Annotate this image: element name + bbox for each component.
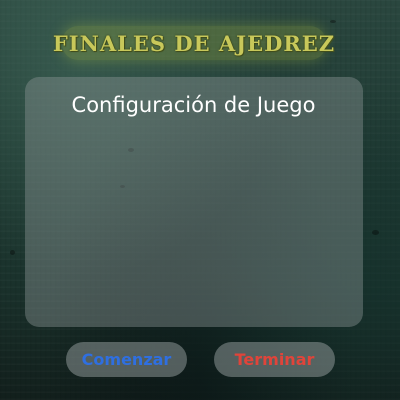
background-texture-speck — [10, 250, 15, 255]
quit-button[interactable]: Terminar — [214, 342, 335, 377]
background-texture-speck — [372, 230, 379, 235]
background-texture-speck — [330, 20, 336, 23]
game-title: FINALES DE AJEDREZ — [52, 30, 336, 56]
configuration-panel: Configuración de Juego — [25, 77, 363, 327]
panel-title: Configuración de Juego — [71, 93, 316, 117]
start-button[interactable]: Comenzar — [66, 342, 187, 377]
game-title-banner: FINALES DE AJEDREZ — [53, 26, 334, 60]
